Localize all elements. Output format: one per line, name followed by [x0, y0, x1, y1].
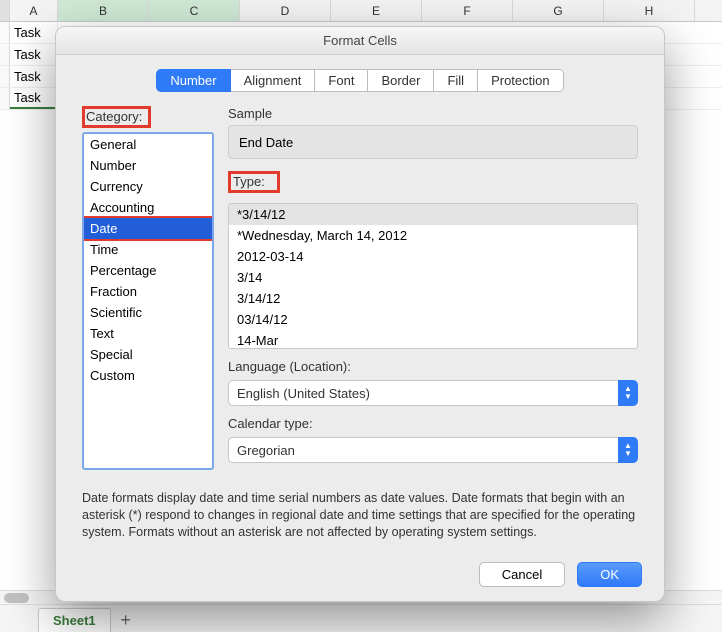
type-label: Type:: [228, 171, 280, 193]
type-item[interactable]: 2012-03-14: [229, 246, 637, 267]
add-sheet-button[interactable]: +: [111, 608, 141, 632]
sample-label: Sample: [228, 106, 638, 121]
language-select[interactable]: English (United States) ▲▼: [228, 380, 638, 406]
cancel-button[interactable]: Cancel: [479, 562, 565, 587]
cat-fraction[interactable]: Fraction: [84, 281, 212, 302]
sample-value: End Date: [228, 125, 638, 159]
calendar-value: Gregorian: [228, 437, 638, 463]
tab-border[interactable]: Border: [368, 69, 434, 92]
cell: Task: [10, 22, 58, 43]
tab-font[interactable]: Font: [315, 69, 368, 92]
col-a[interactable]: A: [10, 0, 58, 21]
col-b[interactable]: B: [58, 0, 149, 21]
cat-date[interactable]: Date: [82, 216, 214, 241]
col-h[interactable]: H: [604, 0, 695, 21]
type-item[interactable]: *3/14/12: [229, 204, 637, 225]
tab-alignment[interactable]: Alignment: [231, 69, 316, 92]
cat-custom[interactable]: Custom: [84, 365, 212, 386]
category-label: Category:: [82, 106, 151, 128]
col-e[interactable]: E: [331, 0, 422, 21]
format-cells-dialog: Format Cells Number Alignment Font Borde…: [55, 26, 665, 602]
type-item[interactable]: *Wednesday, March 14, 2012: [229, 225, 637, 246]
chevron-updown-icon: ▲▼: [618, 437, 638, 463]
sheet-tabs: Sheet1 +: [0, 604, 722, 632]
type-item[interactable]: 3/14/12: [229, 288, 637, 309]
tab-protection[interactable]: Protection: [478, 69, 564, 92]
column-headers: A B C D E F G H: [0, 0, 722, 22]
language-value: English (United States): [228, 380, 638, 406]
category-list[interactable]: General Number Currency Accounting Date …: [82, 132, 214, 470]
language-label: Language (Location):: [228, 359, 638, 374]
cat-time[interactable]: Time: [84, 239, 212, 260]
cell: Task: [10, 66, 58, 87]
cat-general[interactable]: General: [84, 134, 212, 155]
type-list[interactable]: *3/14/12 *Wednesday, March 14, 2012 2012…: [228, 203, 638, 349]
cat-accounting[interactable]: Accounting: [84, 197, 212, 218]
calendar-select[interactable]: Gregorian ▲▼: [228, 437, 638, 463]
cat-number[interactable]: Number: [84, 155, 212, 176]
cat-scientific[interactable]: Scientific: [84, 302, 212, 323]
ok-button[interactable]: OK: [577, 562, 642, 587]
cat-text[interactable]: Text: [84, 323, 212, 344]
col-g[interactable]: G: [513, 0, 604, 21]
cat-percentage[interactable]: Percentage: [84, 260, 212, 281]
dialog-title: Format Cells: [56, 27, 664, 55]
col-c[interactable]: C: [149, 0, 240, 21]
tab-number[interactable]: Number: [156, 69, 230, 92]
cell: Task: [10, 88, 58, 109]
calendar-label: Calendar type:: [228, 416, 638, 431]
type-item[interactable]: 03/14/12: [229, 309, 637, 330]
cat-special[interactable]: Special: [84, 344, 212, 365]
col-f[interactable]: F: [422, 0, 513, 21]
description-text: Date formats display date and time seria…: [82, 490, 638, 541]
row-handle-header: [0, 0, 10, 21]
tab-fill[interactable]: Fill: [434, 69, 478, 92]
col-d[interactable]: D: [240, 0, 331, 21]
sheet-tab[interactable]: Sheet1: [38, 608, 111, 632]
type-item[interactable]: 3/14: [229, 267, 637, 288]
cell: Task: [10, 44, 58, 65]
dialog-tabs: Number Alignment Font Border Fill Protec…: [82, 69, 638, 92]
type-item[interactable]: 14-Mar: [229, 330, 637, 349]
cat-currency[interactable]: Currency: [84, 176, 212, 197]
chevron-updown-icon: ▲▼: [618, 380, 638, 406]
